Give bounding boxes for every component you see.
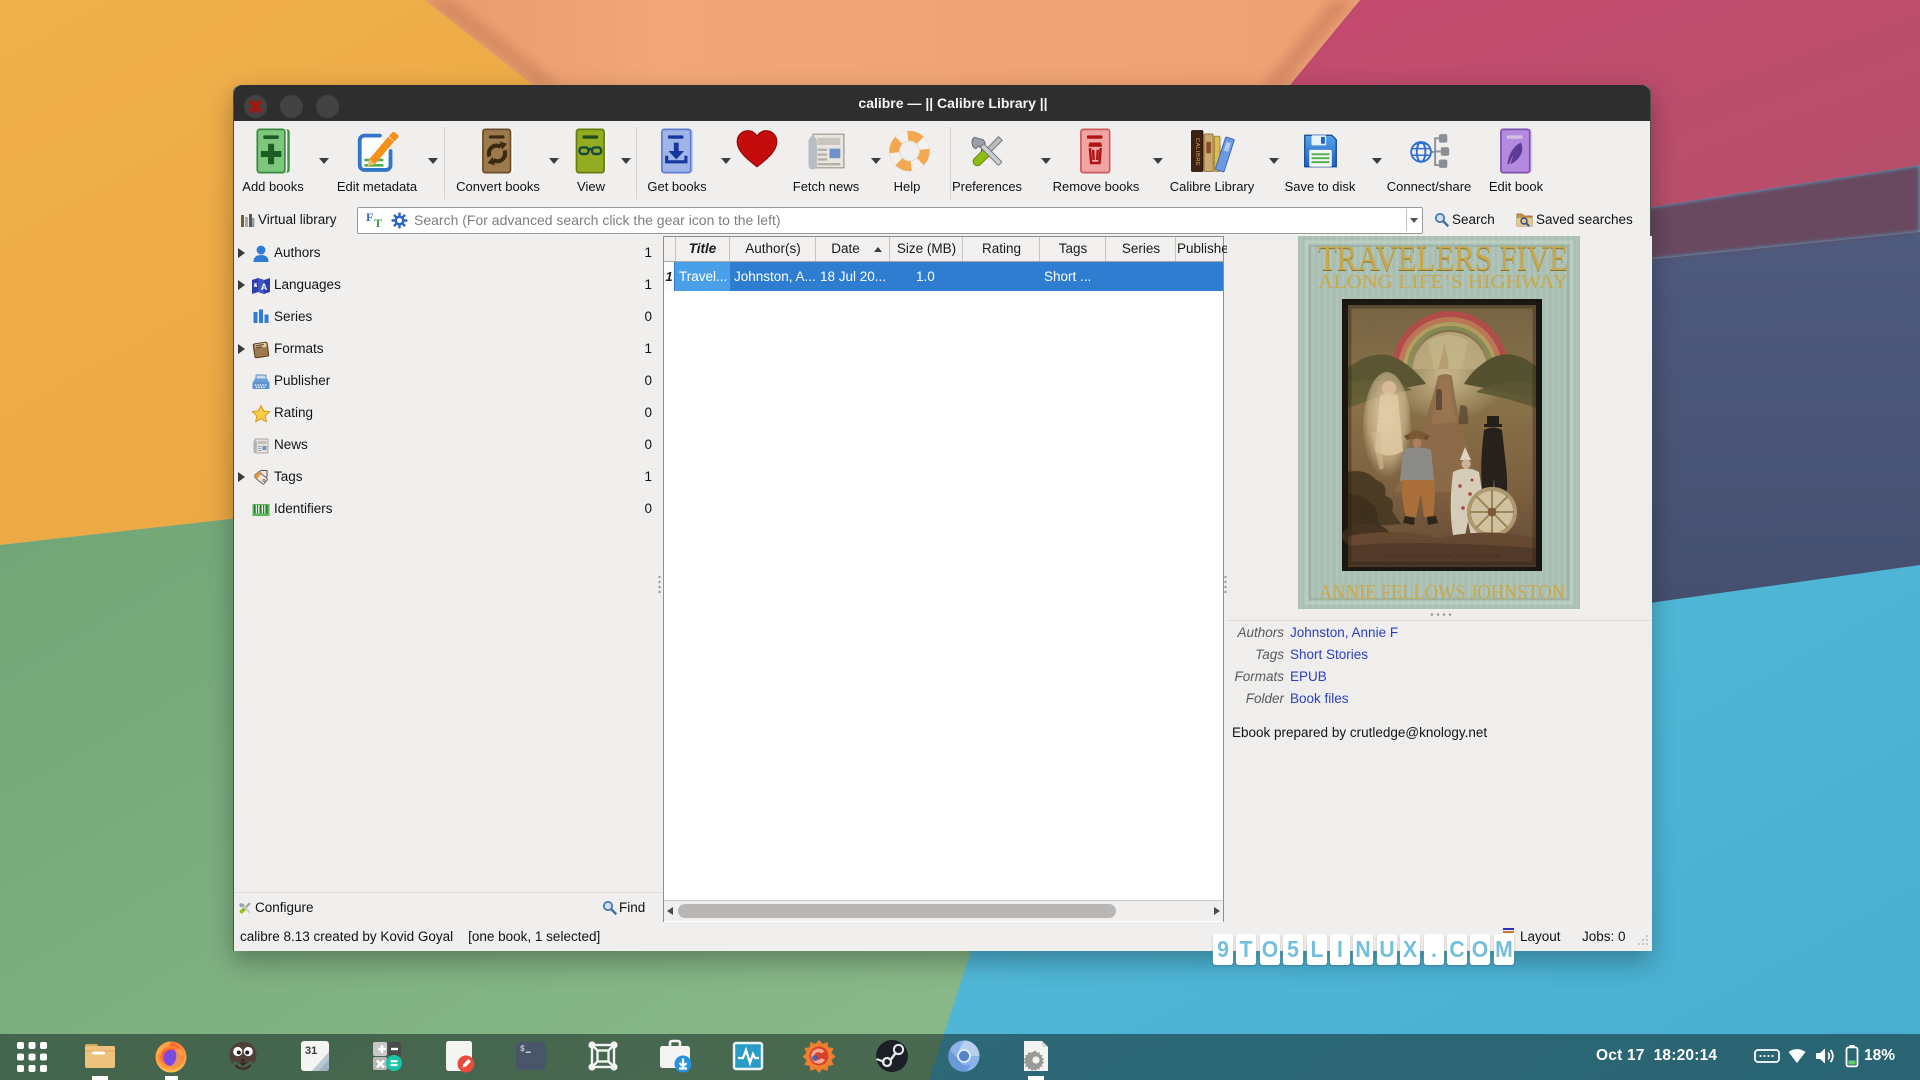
svg-text:F: F — [366, 211, 373, 224]
svg-text:$_: $_ — [520, 1045, 531, 1054]
svg-text:31: 31 — [305, 1045, 317, 1057]
svg-text:ANNIE FELLOWS JOHNSTON: ANNIE FELLOWS JOHNSTON — [1319, 580, 1565, 604]
svg-text:A: A — [261, 282, 268, 292]
svg-text:ALONG LIFE’S HIGHWAY: ALONG LIFE’S HIGHWAY — [1318, 271, 1568, 293]
svg-text:CALIBRE: CALIBRE — [1194, 138, 1200, 166]
svg-text:T: T — [374, 216, 382, 230]
